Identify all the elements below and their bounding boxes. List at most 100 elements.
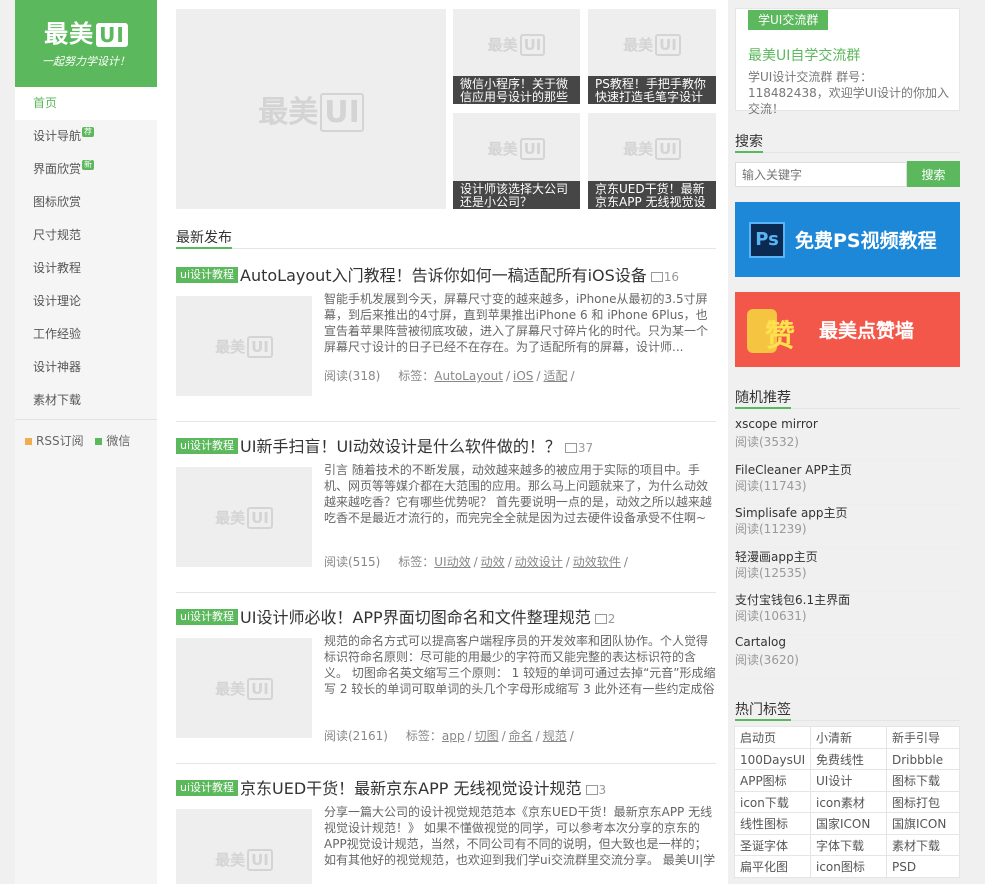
random-item[interactable]: Cartalog 阅读(3620) (735, 635, 960, 679)
featured-main-image[interactable]: 最美 UI (176, 9, 446, 209)
hot-tag[interactable]: 素材下载 (886, 833, 960, 856)
random-item[interactable]: 轻漫画app主页 阅读(12535) (735, 548, 960, 592)
ps-tutorial-banner[interactable]: Ps 免费PS视频教程 (735, 202, 960, 277)
hot-tag[interactable]: 国家ICON (810, 812, 887, 835)
featured-item[interactable]: 最美 UI 设计师该选择大公司还是小公司？ (453, 113, 580, 209)
rss-link[interactable]: RSS订阅 (25, 434, 84, 448)
post-tag-link[interactable]: 规范 (543, 729, 567, 743)
post-title[interactable]: AutoLayout入门教程！告诉你如何一稿适配所有iOS设备 (240, 266, 647, 285)
nav-item-label: 首页 (33, 96, 58, 110)
hot-tag[interactable]: 线性图标 (734, 812, 811, 835)
post-thumbnail[interactable]: 最美 UI (176, 467, 312, 567)
post-category-badge[interactable]: ui设计教程 (176, 780, 239, 796)
random-item-views: 阅读(10631) (735, 609, 807, 624)
random-item-name[interactable]: 支付宝钱包6.1主界面 (735, 591, 850, 608)
weixin-link[interactable]: 微信 (95, 434, 130, 448)
post-title[interactable]: UI新手扫盲！UI动效设计是什么软件做的！？ (240, 437, 561, 456)
hot-tag[interactable]: 扁平化图 (734, 855, 811, 878)
hot-tag[interactable]: 圣诞字体 (734, 833, 811, 856)
featured-item[interactable]: 最美UI 京东UED干货！最新京东APP 无线视觉设计规范 (588, 113, 716, 209)
post-category-badge[interactable]: ui设计教程 (176, 267, 239, 283)
random-item[interactable]: Simplisafe app主页 阅读(11239) (735, 504, 960, 549)
like-wall-banner[interactable]: 赞 最美点赞墙 (735, 292, 960, 367)
hot-tag[interactable]: 小清新 (810, 726, 887, 749)
hot-tag[interactable]: 100DaysUI (734, 747, 811, 770)
featured-item[interactable]: 最美 UI PS教程！手把手教你快速打造毛笔字设计 (588, 9, 716, 104)
nav-item[interactable]: 设计导航荐 (15, 120, 157, 153)
post-tag-link[interactable]: 动效软件 (573, 555, 621, 569)
hot-tag[interactable]: 新手引导 (886, 726, 960, 749)
nav-item[interactable]: 首页 (15, 87, 157, 120)
post-tag-link[interactable]: app (442, 729, 465, 743)
nav-item-badge: 荐 (82, 127, 95, 137)
nav-item[interactable]: 图标欣赏 (15, 186, 157, 219)
post-tag-link[interactable]: UI动效 (434, 555, 470, 569)
watermark-ui: UI (655, 33, 681, 56)
random-item-name[interactable]: Simplisafe app主页 (735, 504, 848, 521)
nav-item[interactable]: 设计理论 (15, 285, 157, 318)
watermark: 最美 UI (258, 87, 364, 132)
post-title[interactable]: 京东UED干货！最新京东APP 无线视觉设计规范 (240, 779, 581, 798)
nav-item[interactable]: 素材下载 (15, 384, 157, 417)
post-tag-link[interactable]: 命名 (509, 729, 533, 743)
random-item-name[interactable]: Cartalog (735, 635, 786, 649)
nav-item[interactable]: 工作经验 (15, 318, 157, 351)
hot-tag[interactable]: icon图标 (810, 855, 887, 878)
hot-tag[interactable]: APP图标 (734, 769, 811, 792)
hot-tag[interactable]: UI设计 (810, 769, 887, 792)
hot-tag[interactable]: 国旗ICON (886, 812, 960, 835)
post-thumbnail[interactable]: 最美 UI (176, 638, 312, 738)
post-tag-link[interactable]: AutoLayout (434, 369, 503, 383)
random-item-name[interactable]: xscope mirror (735, 417, 818, 431)
nav-item-label: 工作经验 (33, 327, 82, 341)
watermark-text: 最美 (258, 95, 319, 130)
nav-item[interactable]: 尺寸规范 (15, 219, 157, 252)
random-item-name[interactable]: 轻漫画app主页 (735, 548, 818, 565)
post-title[interactable]: UI设计师必收！APP界面切图命名和文件整理规范 (240, 608, 591, 627)
hot-tag[interactable]: 免费线性 (810, 747, 887, 770)
post-item: ui设计教程 UI新手扫盲！UI动效设计是什么软件做的！？ 37 最美 UI 引言 随着技… (176, 436, 716, 593)
post-divider (176, 421, 716, 422)
post-tag-link[interactable]: 动效设计 (515, 555, 563, 569)
search-title-text: 搜索 (735, 131, 763, 153)
image-icon (585, 785, 598, 795)
search-widget-title: 搜索 (735, 131, 960, 153)
hot-tag[interactable]: 启动页 (734, 726, 811, 749)
nav-item[interactable]: 设计神器 (15, 351, 157, 384)
post-tag-link[interactable]: 动效 (481, 555, 505, 569)
qq-group-name[interactable]: 最美UI自学交流群 (748, 45, 860, 65)
post-thumbnail[interactable]: 最美 UI (176, 809, 312, 884)
tag-separator: / (467, 729, 472, 743)
post-excerpt: 分享一篇大公司的设计视觉规范范本《京东UED干货！最新京东APP 无线视觉设计规… (324, 805, 716, 867)
random-item[interactable]: 支付宝钱包6.1主界面 阅读(10631) (735, 591, 960, 636)
search-button[interactable]: 搜索 (907, 161, 960, 187)
random-item-name[interactable]: FileCleaner APP主页 (735, 461, 852, 478)
featured-item[interactable]: 最美UI 微信小程序！关于微信应用号设计的那些事 (453, 9, 580, 104)
post-tag-link[interactable]: 切图 (475, 729, 499, 743)
left-sidebar: 最美 UI 一起努力学设计！ 首页 设计导航荐界面欣赏新图标欣赏 尺寸规范 设计教程 设计… (15, 0, 157, 884)
post-category-badge[interactable]: ui设计教程 (176, 609, 239, 625)
hot-tag[interactable]: 图标打包 (886, 790, 960, 813)
hot-tag[interactable]: PSD (886, 855, 960, 878)
post-tag-link[interactable]: iOS (513, 369, 533, 383)
hot-tag[interactable]: 字体下载 (810, 833, 887, 856)
post-read-count: 阅读(318) (324, 369, 381, 383)
hot-tag[interactable]: icon素材 (810, 790, 887, 813)
search-input[interactable] (735, 162, 907, 187)
watermark-text: 最美 (215, 508, 246, 527)
hot-tag[interactable]: 图标下载 (886, 769, 960, 792)
nav-item[interactable]: 界面欣赏新 (15, 153, 157, 186)
post-thumbnail[interactable]: 最美 UI (176, 296, 312, 396)
watermark: 最美 UI (215, 335, 273, 358)
watermark-ui: UI (247, 506, 273, 529)
post-title-row: ui设计教程 京东UED干货！最新京东APP 无线视觉设计规范 3 (176, 778, 716, 800)
nav-item[interactable]: 设计教程 (15, 252, 157, 285)
random-item[interactable]: xscope mirror 阅读(3532) (735, 417, 960, 461)
post-read-count: 阅读(515) (324, 555, 381, 569)
random-item[interactable]: FileCleaner APP主页 阅读(11743) (735, 461, 960, 505)
post-category-badge[interactable]: ui设计教程 (176, 438, 239, 454)
post-tag-link[interactable]: 适配 (543, 369, 567, 383)
site-logo[interactable]: 最美 UI 一起努力学设计！ (15, 0, 157, 87)
hot-tag[interactable]: icon下载 (734, 790, 811, 813)
hot-tag[interactable]: Dribbble (886, 747, 960, 770)
